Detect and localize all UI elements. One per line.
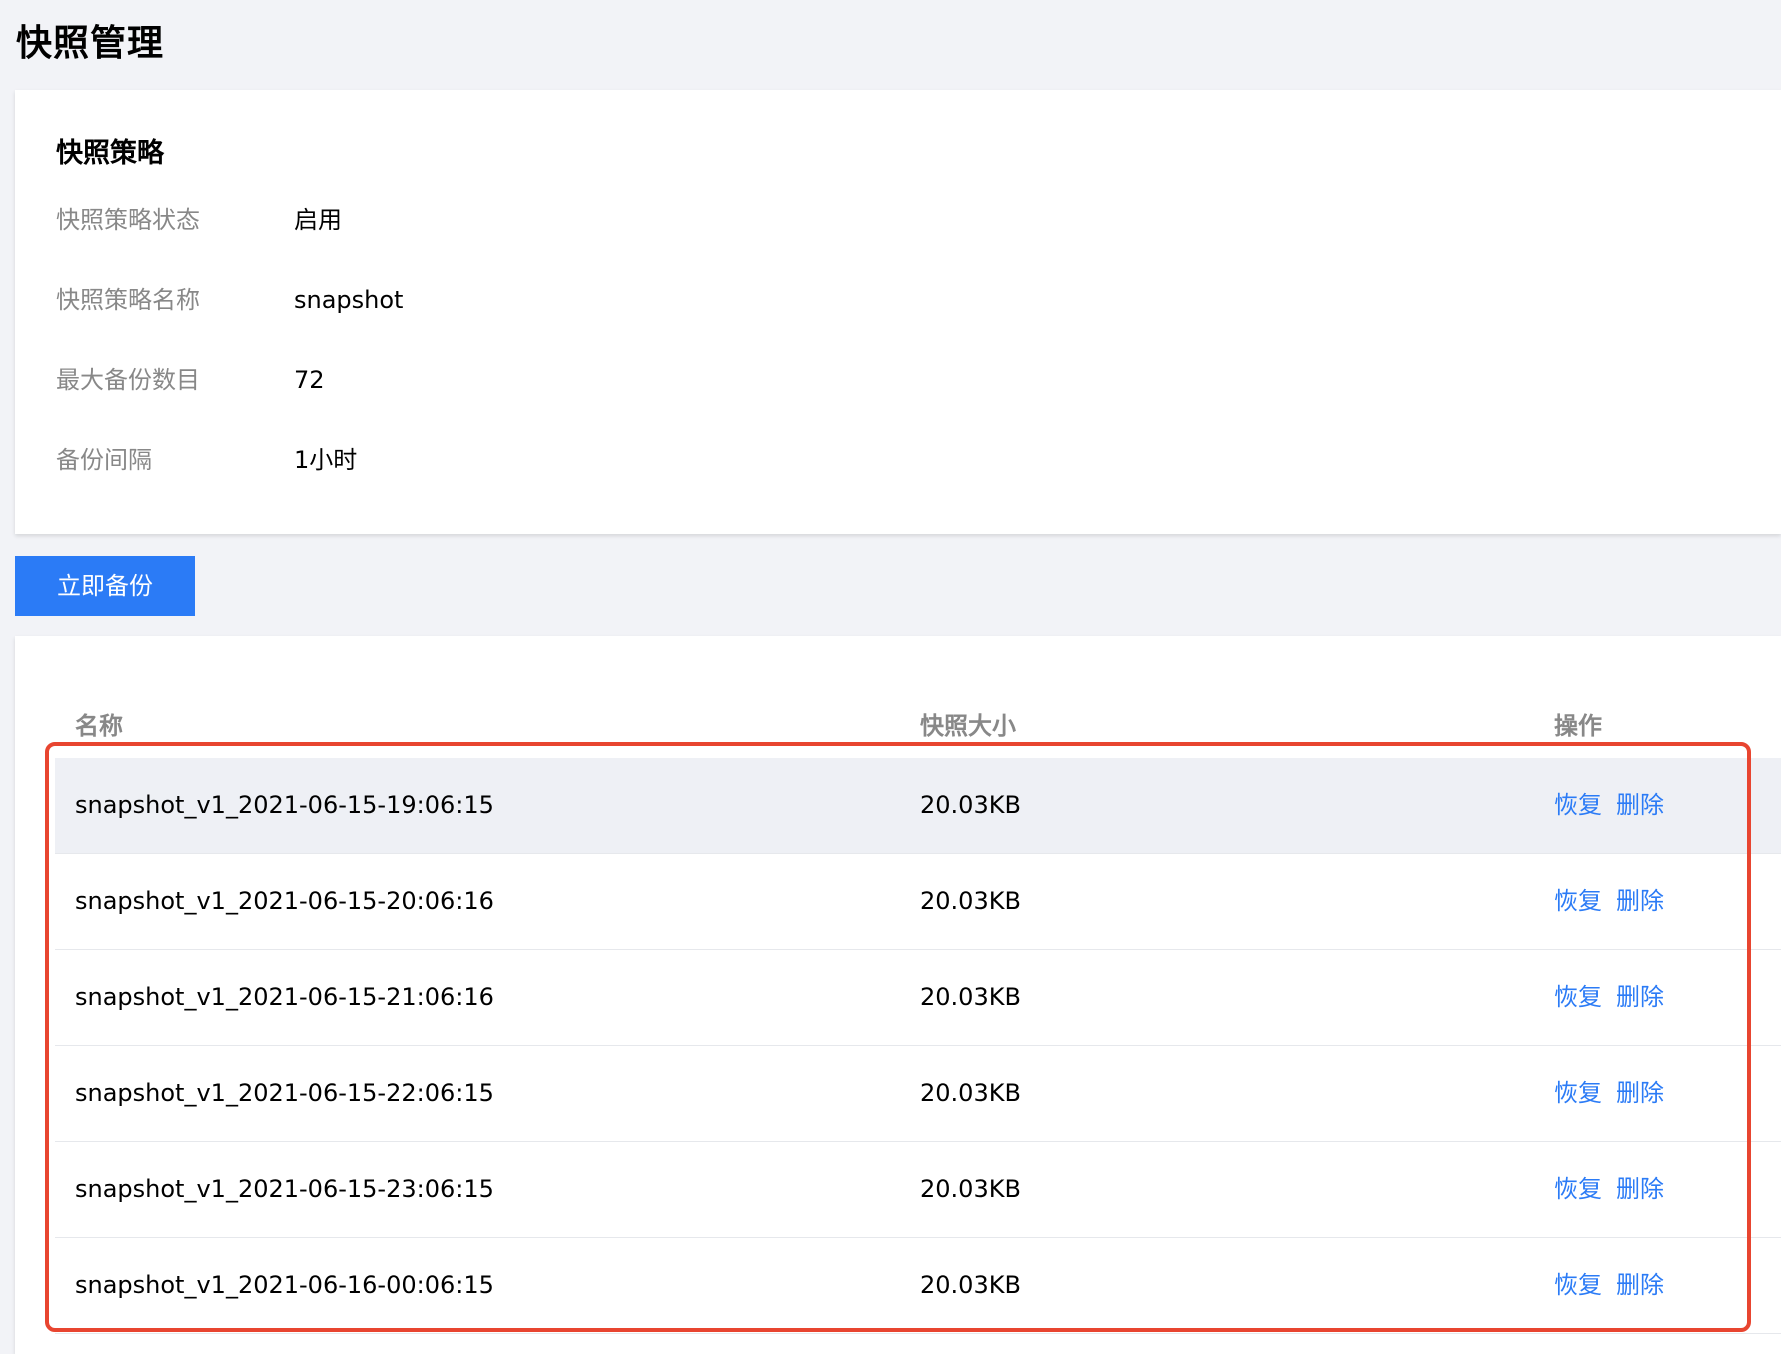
delete-link[interactable]: 删除	[1616, 791, 1664, 819]
backup-interval-value: 1小时	[294, 446, 358, 474]
column-header-name: 名称	[75, 712, 123, 740]
policy-status-value: 启用	[294, 206, 342, 234]
snapshot-name: snapshot_v1_2021-06-15-22:06:15	[75, 1079, 494, 1107]
snapshot-size: 20.03KB	[920, 1079, 1021, 1107]
snapshot-size: 20.03KB	[920, 1271, 1021, 1299]
table-row: snapshot_v1_2021-06-15-21:06:16 20.03KB …	[55, 950, 1781, 1046]
backup-interval-label: 备份间隔	[56, 446, 152, 474]
policy-name-value: snapshot	[294, 286, 404, 314]
snapshot-name: snapshot_v1_2021-06-15-21:06:16	[75, 983, 494, 1011]
page-title: 快照管理	[16, 23, 165, 64]
table-row: snapshot_v1_2021-06-15-19:06:15 20.03KB …	[55, 758, 1781, 854]
max-backups-label: 最大备份数目	[56, 366, 200, 394]
delete-link[interactable]: 删除	[1616, 1175, 1664, 1203]
row-actions: 恢复 删除	[1554, 1238, 1678, 1333]
restore-link[interactable]: 恢复	[1554, 983, 1602, 1011]
row-actions: 恢复 删除	[1554, 1046, 1678, 1141]
snapshot-name: snapshot_v1_2021-06-15-19:06:15	[75, 791, 494, 819]
restore-link[interactable]: 恢复	[1554, 1175, 1602, 1203]
snapshot-size: 20.03KB	[920, 887, 1021, 915]
table-body: snapshot_v1_2021-06-15-19:06:15 20.03KB …	[55, 758, 1781, 1334]
restore-link[interactable]: 恢复	[1554, 791, 1602, 819]
row-actions: 恢复 删除	[1554, 854, 1678, 949]
delete-link[interactable]: 删除	[1616, 1271, 1664, 1299]
snapshot-size: 20.03KB	[920, 791, 1021, 819]
snapshot-name: snapshot_v1_2021-06-16-00:06:15	[75, 1271, 494, 1299]
snapshot-name: snapshot_v1_2021-06-15-23:06:15	[75, 1175, 494, 1203]
table-row: snapshot_v1_2021-06-16-00:06:15 20.03KB …	[55, 1238, 1781, 1334]
policy-status-label: 快照策略状态	[56, 206, 200, 234]
delete-link[interactable]: 删除	[1616, 983, 1664, 1011]
restore-link[interactable]: 恢复	[1554, 1079, 1602, 1107]
column-header-size: 快照大小	[920, 712, 1016, 740]
snapshot-policy-card: 快照策略 快照策略状态 启用 快照策略名称 snapshot 最大备份数目 72…	[15, 90, 1781, 534]
row-actions: 恢复 删除	[1554, 758, 1678, 853]
table-row: snapshot_v1_2021-06-15-20:06:16 20.03KB …	[55, 854, 1781, 950]
delete-link[interactable]: 删除	[1616, 1079, 1664, 1107]
delete-link[interactable]: 删除	[1616, 887, 1664, 915]
max-backups-value: 72	[294, 366, 325, 394]
row-actions: 恢复 删除	[1554, 1142, 1678, 1237]
policy-name-label: 快照策略名称	[56, 286, 200, 314]
table-header: 名称 快照大小 操作	[15, 696, 1781, 756]
snapshot-table: 名称 快照大小 操作 snapshot_v1_2021-06-15-19:06:…	[15, 636, 1781, 1354]
snapshot-size: 20.03KB	[920, 1175, 1021, 1203]
restore-link[interactable]: 恢复	[1554, 887, 1602, 915]
snapshot-name: snapshot_v1_2021-06-15-20:06:16	[75, 887, 494, 915]
table-row: snapshot_v1_2021-06-15-23:06:15 20.03KB …	[55, 1142, 1781, 1238]
restore-link[interactable]: 恢复	[1554, 1271, 1602, 1299]
table-row: snapshot_v1_2021-06-15-22:06:15 20.03KB …	[55, 1046, 1781, 1142]
column-header-ops: 操作	[1554, 712, 1602, 740]
row-actions: 恢复 删除	[1554, 950, 1678, 1045]
snapshot-size: 20.03KB	[920, 983, 1021, 1011]
policy-card-title: 快照策略	[56, 138, 164, 169]
backup-now-button[interactable]: 立即备份	[15, 556, 195, 616]
